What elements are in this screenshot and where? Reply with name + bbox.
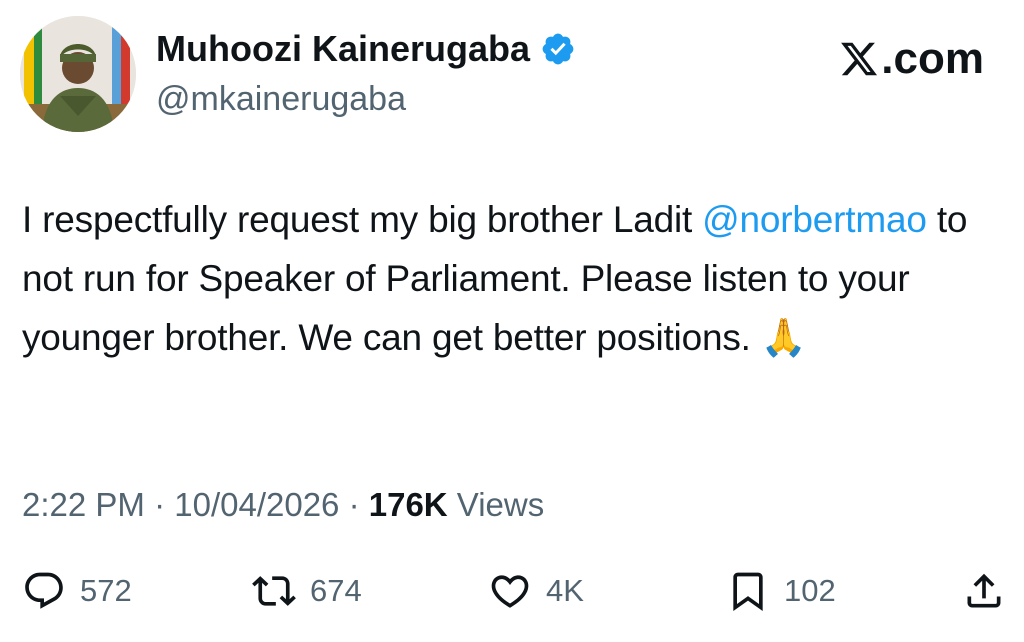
bookmark-button[interactable]: 102 [726,566,836,616]
brand-domain-text: .com [881,34,984,83]
repost-button[interactable]: 674 [252,566,362,616]
avatar-image [20,16,136,132]
views-label: Views [447,486,545,523]
author-name-text: Muhoozi Kainerugaba [156,28,531,69]
repost-count: 674 [310,573,362,608]
brand-watermark: .com [839,34,984,84]
heart-icon [488,569,532,613]
meta-separator: · [339,486,369,523]
repost-icon [252,569,296,613]
like-button[interactable]: 4K [488,566,584,616]
author-display-name[interactable]: Muhoozi Kainerugaba [156,28,576,70]
praying-hands-emoji: 🙏 [760,317,807,358]
reply-count: 572 [80,573,132,608]
reply-button[interactable]: 572 [22,566,132,616]
mention-link[interactable]: @norbertmao [702,199,927,240]
like-count: 4K [546,573,584,608]
tweet-time[interactable]: 2:22 PM [22,486,145,523]
bookmark-count: 102 [784,573,836,608]
bookmark-icon [726,569,770,613]
tweet-meta: 2:22 PM · 10/04/2026 · 176K Views [22,486,544,524]
share-icon [962,569,1006,613]
x-logo-icon [839,39,879,79]
verified-badge-icon [540,31,576,67]
share-button[interactable] [962,566,1006,616]
action-bar: 572 674 4K 102 [22,566,1001,616]
meta-separator: · [144,486,175,523]
tweet-date[interactable]: 10/04/2026 [174,486,339,523]
tweet-text-part-1: I respectfully request my big brother La… [22,199,703,240]
tweet-text: I respectfully request my big brother La… [22,190,1012,367]
views-count: 176K [368,486,448,523]
reply-icon [22,569,66,613]
author-handle[interactable]: @mkainerugaba [156,80,406,119]
avatar[interactable] [20,16,136,132]
